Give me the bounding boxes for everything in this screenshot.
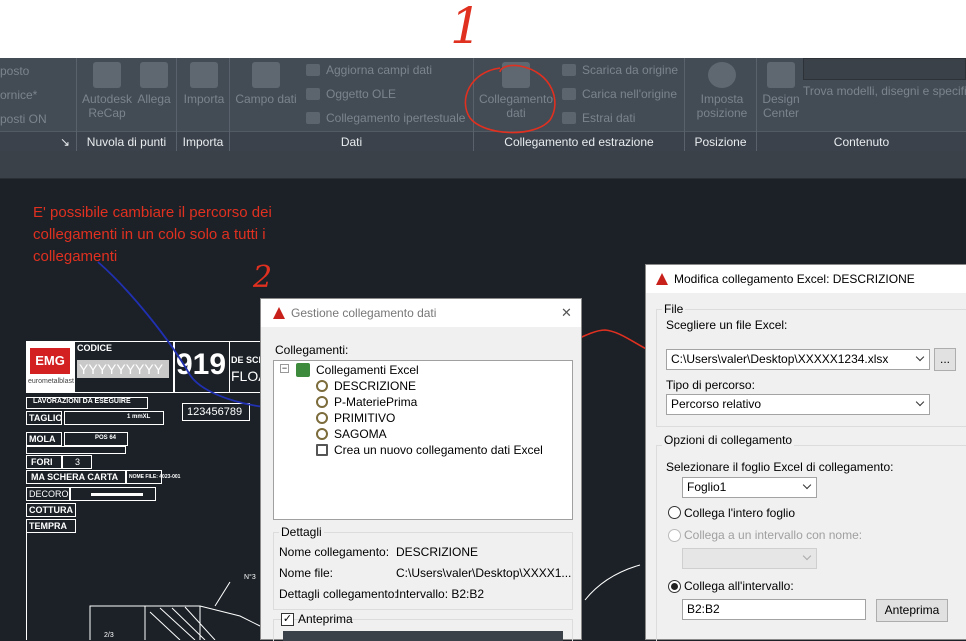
detail-key-file: Nome file: [279, 566, 334, 580]
link-icon [316, 412, 328, 424]
chevron-down-icon [915, 352, 925, 362]
radio-range-label: Collega all'intervallo: [684, 579, 794, 593]
link-icon [316, 396, 328, 408]
sheet-label: Selezionare il foglio Excel di collegame… [666, 460, 894, 474]
chevron-down-icon [802, 551, 812, 561]
annotation-circle-1 [464, 64, 556, 134]
new-link-icon [316, 444, 328, 456]
links-label: Collegamenti: [275, 343, 349, 357]
autocad-logo-icon [273, 307, 285, 319]
tree-item-sagoma[interactable]: SAGOMA [316, 427, 387, 441]
radio-range[interactable] [668, 580, 681, 593]
detail-key-link: Dettagli collegamento: [279, 587, 398, 601]
radio-named-range-label: Collega a un intervallo con nome: [684, 528, 863, 542]
data-link-manager-dialog: Gestione collegamento dati ✕ Collegament… [260, 298, 582, 641]
chevron-down-icon [802, 480, 812, 490]
tree-item-create-new[interactable]: Crea un nuovo collegamento dati Excel [316, 443, 543, 457]
modify-dialog-titlebar: Modifica collegamento Excel: DESCRIZIONE [646, 265, 966, 293]
browse-button[interactable]: ... [934, 348, 956, 371]
tree-root[interactable]: Collegamenti Excel [316, 363, 419, 377]
path-type-label: Tipo di percorso: [666, 378, 755, 392]
radio-whole-sheet-label: Collega l'intero foglio [684, 506, 796, 520]
detail-value-link: Intervallo: B2:B2 [396, 587, 485, 601]
link-icon [316, 380, 328, 392]
radio-named-range[interactable] [668, 529, 681, 542]
links-tree[interactable]: − Collegamenti Excel DESCRIZIONE P-Mater… [273, 360, 573, 520]
modify-dialog-title: Modifica collegamento Excel: DESCRIZIONE [674, 272, 915, 286]
annotation-text: E' possibile cambiare il percorso dei co… [33, 204, 272, 265]
link-icon [316, 428, 328, 440]
close-icon[interactable]: ✕ [561, 305, 572, 321]
range-input[interactable]: B2:B2 [682, 599, 866, 620]
modify-excel-link-dialog: Modifica collegamento Excel: DESCRIZIONE… [645, 264, 966, 641]
options-group-label: Opzioni di collegamento [662, 433, 795, 447]
tree-collapse-icon[interactable]: − [280, 364, 289, 373]
autocad-logo-icon [656, 273, 668, 285]
detail-key-name: Nome collegamento: [279, 545, 390, 559]
named-range-select[interactable] [682, 548, 817, 569]
tree-item-descrizione[interactable]: DESCRIZIONE [316, 379, 416, 393]
tree-item-primitivo[interactable]: PRIMITIVO [316, 411, 395, 425]
tree-item-p-materieprima[interactable]: P-MateriePrima [316, 395, 417, 409]
file-select[interactable]: C:\Users\valer\Desktop\XXXXX1234.xlsx [666, 349, 930, 370]
preview-button[interactable]: Anteprima [876, 599, 948, 622]
details-title: Dettagli [279, 525, 324, 539]
radio-whole-sheet[interactable] [668, 506, 681, 519]
file-group-label: File [662, 302, 686, 316]
choose-file-label: Scegliere un file Excel: [666, 318, 788, 332]
dialog-title: Gestione collegamento dati [291, 306, 437, 320]
annotation-number-2: 2 [253, 260, 273, 295]
dialog-titlebar: Gestione collegamento dati ✕ [261, 299, 581, 327]
path-type-select[interactable]: Percorso relativo [666, 394, 930, 415]
preview-checkbox[interactable]: ✓ [281, 613, 294, 626]
preview-label: Anteprima [298, 612, 353, 626]
detail-value-file: C:\Users\valer\Desktop\XXXX1... [396, 566, 572, 580]
excel-links-icon [296, 363, 310, 377]
detail-value-name: DESCRIZIONE [396, 545, 479, 559]
sheet-select[interactable]: Foglio1 [682, 477, 817, 498]
chevron-down-icon [915, 397, 925, 407]
